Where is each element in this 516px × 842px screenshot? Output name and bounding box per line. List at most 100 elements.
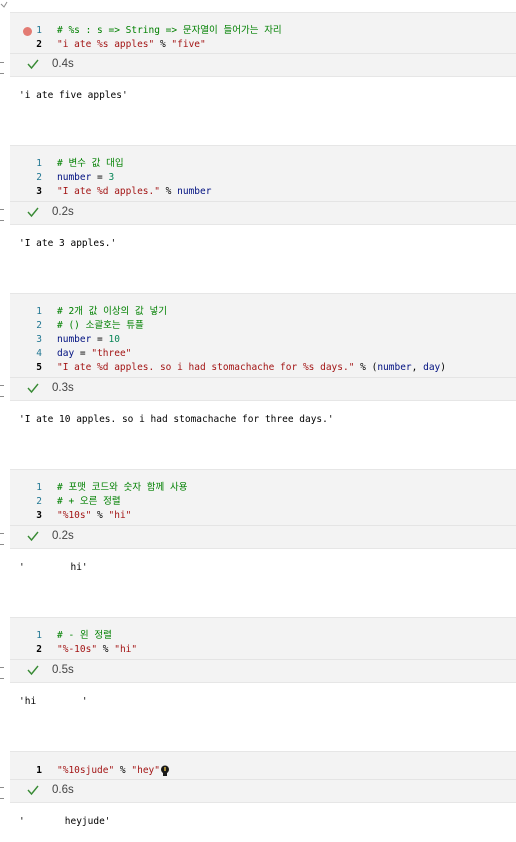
code-editor[interactable]: 1 # 변수 값 대입 2 number = 3 3 "I ate %d apples."…	[10, 157, 516, 199]
code-line[interactable]: 3 number = 10	[10, 333, 516, 347]
line-number: 3	[36, 510, 42, 521]
code-line[interactable]: 4 day = "three"	[10, 347, 516, 361]
line-number: 1	[36, 765, 42, 776]
code-text[interactable]: # 2개 값 이상의 값 넣기	[57, 305, 167, 319]
cell-output: 'I ate 10 apples. so i had stomachache f…	[19, 414, 334, 425]
code-cell-4[interactable]: 1 # 포맷 코드와 숫자 함께 사용 2 # + 오른 정렬 3 "%10s" % "h…	[10, 469, 516, 549]
cell-bracket[interactable]	[0, 533, 4, 545]
cell-status-bar: 0.6s	[10, 779, 516, 802]
code-token: "i ate %s apples"	[57, 39, 155, 50]
code-token: 3	[108, 172, 115, 183]
code-editor[interactable]: 1 # 포맷 코드와 숫자 함께 사용 2 # + 오른 정렬 3 "%10s" % "h…	[10, 481, 516, 523]
code-line[interactable]: 2 "%-10s" % "hi"	[10, 643, 516, 657]
execution-time: 0.2s	[52, 206, 74, 218]
cell-status-bar: 0.2s	[10, 525, 516, 548]
code-line[interactable]: 3 "I ate %d apples." % number	[10, 185, 516, 199]
code-line[interactable]: 1 # 2개 값 이상의 값 넣기	[10, 305, 516, 319]
code-line[interactable]: 1 # 포맷 코드와 숫자 함께 사용	[10, 481, 516, 495]
code-token: =	[74, 348, 92, 359]
code-token: number	[57, 334, 92, 345]
code-line[interactable]: 2 # + 오른 정렬	[10, 495, 516, 509]
code-token: day	[57, 348, 75, 359]
code-text[interactable]: "I ate %d apples." % number	[57, 185, 211, 199]
code-token: number	[377, 362, 412, 373]
code-token: =	[91, 334, 109, 345]
code-token: %	[114, 765, 132, 776]
code-text[interactable]: "i ate %s apples" % "five"	[57, 38, 206, 52]
cell-status-bar: 0.2s	[10, 201, 516, 224]
execution-time: 0.4s	[52, 58, 74, 70]
cell-bracket[interactable]	[0, 209, 4, 221]
cell-output: ' hi'	[19, 562, 88, 573]
code-line[interactable]: 2 number = 3	[10, 171, 516, 185]
code-token: # () 소괄호는 튜플	[57, 320, 144, 331]
line-number: 1	[36, 25, 42, 36]
code-editor[interactable]: 1 # %s : s => String => 문자열이 들어가는 자리 2 "i a…	[10, 24, 516, 52]
lightbulb-icon[interactable]	[160, 765, 170, 777]
code-token: "I ate %d apples."	[57, 186, 160, 197]
cell-status-bar: 0.5s	[10, 659, 516, 682]
line-number: 5	[36, 362, 42, 373]
code-line[interactable]: 3 "%10s" % "hi"	[10, 509, 516, 523]
code-line[interactable]: 1 "%10sjude" % "hey"	[10, 764, 516, 778]
code-token: number	[177, 186, 212, 197]
code-token: "five"	[171, 39, 206, 50]
code-cell-3[interactable]: 1 # 2개 값 이상의 값 넣기 2 # () 소괄호는 튜플 3 number = 1…	[10, 293, 516, 401]
code-text[interactable]: day = "three"	[57, 347, 131, 361]
code-cell-6[interactable]: 1 "%10sjude" % "hey" 0.6s	[10, 751, 516, 803]
code-token: "hi"	[108, 510, 132, 521]
line-number: 3	[36, 186, 42, 197]
code-text[interactable]: # 변수 값 대입	[57, 157, 124, 171]
code-token: % (	[354, 362, 378, 373]
code-token: # - 왼 정렬	[57, 630, 112, 641]
code-editor[interactable]: 1 "%10sjude" % "hey"	[10, 764, 516, 778]
execution-time: 0.5s	[52, 664, 74, 676]
code-token: "three"	[91, 348, 132, 359]
cell-bracket[interactable]	[0, 62, 4, 74]
code-text[interactable]: # 포맷 코드와 숫자 함께 사용	[57, 481, 187, 495]
code-text[interactable]: number = 3	[57, 171, 114, 185]
code-text[interactable]: "%-10s" % "hi"	[57, 643, 137, 657]
line-number: 3	[36, 334, 42, 345]
code-token: "I ate %d apples. so i had stomachache f…	[57, 362, 355, 373]
code-text[interactable]: number = 10	[57, 333, 120, 347]
execution-time: 0.6s	[52, 784, 74, 796]
cell-bracket[interactable]	[0, 787, 4, 799]
code-line[interactable]: 2 "i ate %s apples" % "five"	[10, 38, 516, 52]
code-editor[interactable]: 1 # 2개 값 이상의 값 넣기 2 # () 소괄호는 튜플 3 number = 1…	[10, 305, 516, 375]
cell-output: 'i ate five apples'	[19, 90, 128, 101]
line-number: 1	[36, 306, 42, 317]
code-text[interactable]: # - 왼 정렬	[57, 629, 112, 643]
code-token: "%10s"	[57, 510, 92, 521]
cell-bracket[interactable]	[0, 667, 4, 679]
code-text[interactable]: # + 오른 정렬	[57, 495, 121, 509]
code-token: # 변수 값 대입	[57, 158, 124, 169]
code-text[interactable]: "%10s" % "hi"	[57, 509, 131, 523]
code-text[interactable]: "%10sjude" % "hey"	[57, 764, 160, 778]
code-text[interactable]: # () 소괄호는 튜플	[57, 319, 144, 333]
code-text[interactable]: # %s : s => String => 문자열이 들어가는 자리	[57, 24, 282, 38]
code-cell-1[interactable]: 1 # %s : s => String => 문자열이 들어가는 자리 2 "i a…	[10, 12, 516, 77]
code-line[interactable]: 2 # () 소괄호는 튜플	[10, 319, 516, 333]
line-number: 2	[36, 644, 42, 655]
code-line[interactable]: 1 # 변수 값 대입	[10, 157, 516, 171]
code-cell-2[interactable]: 1 # 변수 값 대입 2 number = 3 3 "I ate %d apples."…	[10, 145, 516, 225]
line-number: 2	[36, 39, 42, 50]
code-cell-5[interactable]: 1 # - 왼 정렬 2 "%-10s" % "hi" 0.5s	[10, 617, 516, 683]
line-number: 1	[36, 482, 42, 493]
code-line[interactable]: 1 # %s : s => String => 문자열이 들어가는 자리	[10, 24, 516, 38]
code-editor[interactable]: 1 # - 왼 정렬 2 "%-10s" % "hi"	[10, 629, 516, 657]
code-line[interactable]: 1 # - 왼 정렬	[10, 629, 516, 643]
collapse-chevron-icon[interactable]	[0, 0, 8, 8]
code-token: # 포맷 코드와 숫자 함께 사용	[57, 482, 188, 493]
cell-output: 'hi '	[19, 696, 88, 707]
line-number: 2	[36, 496, 42, 507]
cell-output: 'I ate 3 apples.'	[19, 238, 117, 249]
code-text[interactable]: "I ate %d apples. so i had stomachache f…	[57, 361, 446, 375]
code-token: 10	[108, 334, 120, 345]
code-line[interactable]: 5 "I ate %d apples. so i had stomachache …	[10, 361, 516, 375]
code-token: ,	[411, 362, 424, 373]
cell-output: ' heyjude'	[19, 816, 111, 827]
line-number: 1	[36, 158, 42, 169]
cell-bracket[interactable]	[0, 385, 4, 397]
